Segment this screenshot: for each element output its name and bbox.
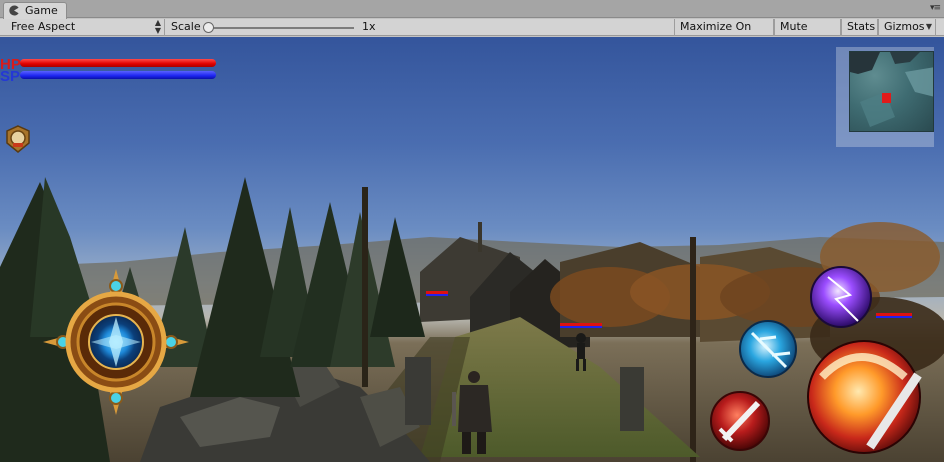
- sp-bar: [20, 71, 216, 79]
- scene-render: [0, 177, 944, 462]
- tab-game[interactable]: Game: [3, 2, 67, 19]
- lightning-skill-icon[interactable]: [810, 266, 872, 328]
- game-viewport[interactable]: HP SP: [0, 37, 944, 462]
- maximize-on-play-button[interactable]: Maximize On Play: [674, 19, 774, 49]
- gizmos-dropdown[interactable]: Gizmos ▼: [878, 19, 936, 36]
- chevron-down-icon: ▼: [925, 22, 932, 31]
- player-marker-icon: [882, 93, 891, 103]
- game-toolbar: Free Aspect ▲▼ Scale 1x Maximize On Play…: [0, 19, 944, 49]
- more-menu-icon[interactable]: ▾≡: [930, 3, 941, 13]
- game-pacman-icon: [9, 5, 19, 16]
- sp-label: SP: [0, 68, 21, 85]
- gizmos-label: Gizmos: [884, 20, 925, 33]
- ice-shard-skill-icon[interactable]: [739, 320, 797, 378]
- hp-bar: [20, 59, 216, 67]
- fire-slash-attack-icon[interactable]: [807, 340, 922, 454]
- aspect-dropdown-value: Free Aspect: [11, 20, 76, 33]
- stats-button[interactable]: Stats: [841, 19, 878, 36]
- scale-slider-track[interactable]: [204, 27, 354, 29]
- dropdown-arrows-icon: ▲ ▼: [154, 18, 161, 35]
- mute-audio-button[interactable]: Mute Audio: [774, 19, 841, 49]
- tab-bar: Game ▾≡: [0, 0, 944, 19]
- aspect-dropdown[interactable]: Free Aspect ▲ ▼: [5, 19, 165, 36]
- tab-label: Game: [25, 4, 58, 17]
- scale-control: Scale 1x: [166, 19, 674, 36]
- treasure-badge-icon[interactable]: [4, 125, 32, 153]
- scale-value: 1x: [362, 20, 376, 33]
- minimap[interactable]: [849, 51, 934, 132]
- game-window: Game ▾≡ Free Aspect ▲ ▼ Scale 1x Maximize…: [0, 0, 944, 462]
- scale-slider-handle[interactable]: [203, 22, 214, 33]
- minimap-terrain: [850, 52, 933, 127]
- sword-slash-skill-icon[interactable]: [710, 391, 770, 451]
- scale-label: Scale: [171, 20, 201, 33]
